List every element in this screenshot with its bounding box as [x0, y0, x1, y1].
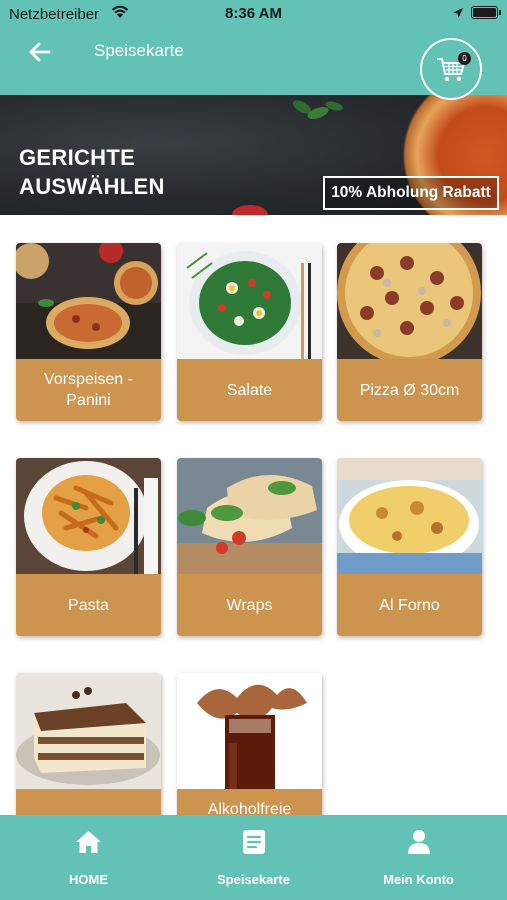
- banner-herb-image: [292, 100, 343, 120]
- category-card-dessert[interactable]: [16, 673, 161, 815]
- status-time: 8:36 AM: [225, 5, 282, 22]
- nav-home[interactable]: HOME: [4, 815, 173, 900]
- category-label: Salate: [177, 359, 322, 421]
- pasta-image: [16, 458, 161, 574]
- user-icon: [408, 830, 430, 854]
- category-card-pasta[interactable]: Pasta: [16, 458, 161, 636]
- banner-tomato-image: [232, 205, 268, 215]
- promo-label: 10% Abholung Rabatt: [323, 176, 499, 210]
- battery-icon: [471, 6, 501, 19]
- cart-button[interactable]: 0: [420, 38, 482, 100]
- nav-speisekarte[interactable]: Speisekarte: [169, 815, 338, 900]
- salad-image: [177, 243, 322, 359]
- category-grid: Vorspeisen - Panini Salate Pizza Ø 30cm …: [0, 215, 507, 815]
- category-label: [16, 789, 161, 815]
- al-forno-image: [337, 458, 482, 574]
- back-button[interactable]: [26, 38, 54, 66]
- home-icon: [76, 831, 101, 853]
- nav-mein-konto-label: Mein Konto: [383, 872, 454, 887]
- arrow-left-icon: [29, 42, 51, 62]
- category-label: Pasta: [16, 574, 161, 636]
- panini-image: [16, 243, 161, 359]
- nav-home-label: HOME: [69, 872, 108, 887]
- category-label: Vorspeisen - Panini: [16, 359, 161, 421]
- menu-list-icon: [243, 830, 265, 854]
- category-card-alkoholfreie[interactable]: Alkoholfreie: [177, 673, 322, 815]
- tiramisu-image: [16, 673, 161, 789]
- bottom-nav: HOME Speisekarte Mein Konto: [0, 815, 507, 900]
- category-label: Wraps: [177, 574, 322, 636]
- category-card-al-forno[interactable]: Al Forno: [337, 458, 482, 636]
- category-label: Alkoholfreie: [177, 789, 322, 815]
- banner-headline: GERICHTE AUSWÄHLEN: [19, 145, 165, 199]
- category-label: Pizza Ø 30cm: [337, 359, 482, 421]
- category-card-wraps[interactable]: Wraps: [177, 458, 322, 636]
- category-card-vorspeisen[interactable]: Vorspeisen - Panini: [16, 243, 161, 421]
- soft-drink-image: [177, 673, 322, 789]
- pizza-image: [337, 243, 482, 359]
- status-bar: Netzbetreiber 8:36 AM: [0, 0, 507, 28]
- nav-speisekarte-label: Speisekarte: [217, 872, 290, 887]
- location-arrow-icon: [453, 8, 463, 18]
- wraps-image: [177, 458, 322, 574]
- cart-count-badge: 0: [458, 52, 471, 65]
- category-card-pizza[interactable]: Pizza Ø 30cm: [337, 243, 482, 421]
- category-card-salate[interactable]: Salate: [177, 243, 322, 421]
- nav-mein-konto[interactable]: Mein Konto: [334, 815, 503, 900]
- category-label: Al Forno: [337, 574, 482, 636]
- page-title: Speisekarte: [94, 41, 184, 60]
- hero-banner: GERICHTE AUSWÄHLEN 10% Abholung Rabatt: [0, 95, 507, 215]
